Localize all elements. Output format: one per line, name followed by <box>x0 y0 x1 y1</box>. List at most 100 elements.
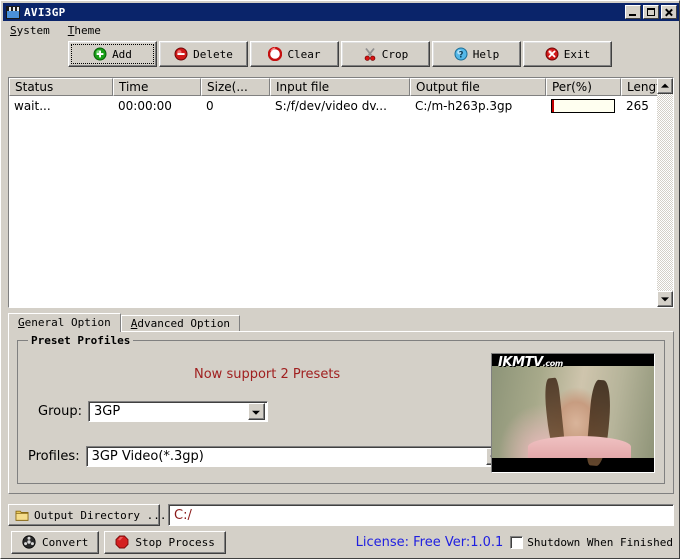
table-row[interactable]: wait... 00:00:00 0 S:/f/dev/video dv... … <box>9 96 673 116</box>
add-circle-icon <box>93 47 107 61</box>
clear-button[interactable]: Clear <box>250 41 339 67</box>
video-preview: IKMTV.com <box>491 353 655 473</box>
tab-advanced-option-label: dvanced Option <box>137 317 231 330</box>
group-field-row: Group: 3GP <box>38 401 268 422</box>
profiles-label: Profiles: <box>28 449 80 464</box>
progress-bar <box>551 99 615 113</box>
shutdown-when-finished-label: Shutdown When Finished <box>527 535 673 549</box>
output-directory-button-label: Output Directory ... <box>34 508 167 522</box>
minimize-icon <box>626 6 640 18</box>
preview-watermark: IKMTV.com <box>498 355 563 370</box>
column-header-time[interactable]: Time <box>113 78 201 96</box>
column-header-size[interactable]: Size(... <box>201 78 270 96</box>
help-circle-icon: ? <box>454 47 468 61</box>
column-header-status[interactable]: Status <box>9 78 113 96</box>
scissors-icon <box>363 47 377 61</box>
profiles-field-row: Profiles: 3GP Video(*.3gp) <box>28 446 506 467</box>
cell-size: 0 <box>206 99 214 113</box>
add-button[interactable]: Add <box>68 41 157 67</box>
preview-watermark-suffix: .com <box>542 359 563 368</box>
output-directory-row: Output Directory ... C:/ <box>8 504 674 526</box>
profiles-combobox[interactable]: 3GP Video(*.3gp) <box>85 446 506 467</box>
delete-circle-icon <box>174 47 188 61</box>
progress-bar-fill <box>552 100 554 112</box>
help-button[interactable]: ? Help <box>432 41 521 67</box>
menu-bar: System Theme <box>3 22 679 39</box>
stop-octagon-icon <box>115 535 129 549</box>
menu-item-system-label: ystem <box>16 24 50 37</box>
svg-text:?: ? <box>458 49 463 59</box>
window-controls <box>625 5 677 19</box>
stop-process-button[interactable]: Stop Process <box>104 530 226 554</box>
column-header-output-file[interactable]: Output file <box>410 78 546 96</box>
folder-icon <box>15 508 29 522</box>
delete-button-label: Delete <box>193 47 233 61</box>
license-text: License: Free Ver:1.0.1 <box>355 534 504 550</box>
chevron-up-icon <box>661 83 669 88</box>
file-list-header: Status Time Size(... Input file Output f… <box>9 78 673 96</box>
close-icon <box>662 6 676 18</box>
presets-note: Now support 2 Presets <box>194 367 341 382</box>
stop-process-button-label: Stop Process <box>135 535 215 549</box>
cell-time: 00:00:00 <box>118 99 172 113</box>
help-button-label: Help <box>472 47 500 61</box>
clear-button-label: Clear <box>287 47 321 61</box>
preview-detail <box>527 436 632 458</box>
close-button[interactable] <box>661 5 677 19</box>
delete-button[interactable]: Delete <box>159 41 248 67</box>
film-reel-icon <box>22 535 36 549</box>
checkbox-box[interactable] <box>510 535 524 549</box>
menu-item-theme[interactable]: Theme <box>66 23 109 38</box>
tab-advanced-option[interactable]: Advanced Option <box>120 315 241 332</box>
preset-profiles-group: Preset Profiles Now support 2 Presets Gr… <box>17 334 665 484</box>
maximize-button[interactable] <box>643 5 659 19</box>
shutdown-when-finished-checkbox[interactable]: Shutdown When Finished <box>510 535 673 549</box>
cell-status: wait... <box>14 99 51 113</box>
convert-button[interactable]: Convert <box>11 530 100 554</box>
scrollbar-track[interactable] <box>657 94 673 291</box>
menu-item-system[interactable]: System <box>8 23 58 38</box>
output-directory-value: C:/ <box>174 507 192 523</box>
status-bar: Convert Stop Process License: Free Ver:1… <box>3 528 679 556</box>
cell-output-file: C:/m-h263p.3gp <box>415 99 513 113</box>
column-header-percent[interactable]: Per(%) <box>546 78 621 96</box>
application-window: AVI3GP System Theme Add Delete Clear Cro… <box>0 0 680 559</box>
tab-general-option-label: eneral Option <box>24 316 111 329</box>
title-bar: AVI3GP <box>3 3 679 21</box>
preview-frame <box>492 366 654 467</box>
group-label: Group: <box>38 404 82 419</box>
output-directory-button[interactable]: Output Directory ... <box>8 504 166 526</box>
exit-button-label: Exit <box>563 47 591 61</box>
menu-item-theme-label: heme <box>74 24 101 37</box>
column-header-input-file[interactable]: Input file <box>270 78 410 96</box>
minimize-button[interactable] <box>625 5 641 19</box>
exit-button[interactable]: Exit <box>523 41 612 67</box>
cell-input-file: S:/f/dev/video dv... <box>275 99 387 113</box>
cell-percent <box>546 99 621 113</box>
clear-circle-icon <box>268 47 283 61</box>
tab-general-option[interactable]: General Option <box>8 313 121 332</box>
output-directory-input[interactable]: C:/ <box>168 504 674 526</box>
scroll-down-button[interactable] <box>657 291 673 307</box>
crop-button[interactable]: Crop <box>341 41 430 67</box>
maximize-icon <box>644 6 658 18</box>
window-title: AVI3GP <box>24 5 66 19</box>
group-combobox-value: 3GP <box>93 404 121 419</box>
chevron-down-icon <box>661 297 669 302</box>
preset-profiles-group-title: Preset Profiles <box>28 334 134 347</box>
chevron-down-icon[interactable] <box>247 403 265 420</box>
file-list[interactable]: Status Time Size(... Input file Output f… <box>8 77 674 308</box>
scroll-up-button[interactable] <box>657 78 673 94</box>
group-combobox[interactable]: 3GP <box>87 401 268 422</box>
toolbar: Add Delete Clear Crop ? Help Exit <box>3 41 679 73</box>
tab-panel-general-option: Preset Profiles Now support 2 Presets Gr… <box>8 331 674 494</box>
profiles-combobox-value: 3GP Video(*.3gp) <box>91 449 204 464</box>
crop-button-label: Crop <box>381 47 409 61</box>
convert-button-label: Convert <box>42 535 89 549</box>
preview-watermark-main: IKMTV <box>498 355 543 370</box>
film-clapper-icon <box>6 5 20 19</box>
vertical-scrollbar[interactable] <box>657 78 673 307</box>
tab-strip: General Option Advanced Option <box>8 313 674 332</box>
add-button-label: Add <box>112 47 132 61</box>
exit-circle-icon <box>545 47 559 61</box>
